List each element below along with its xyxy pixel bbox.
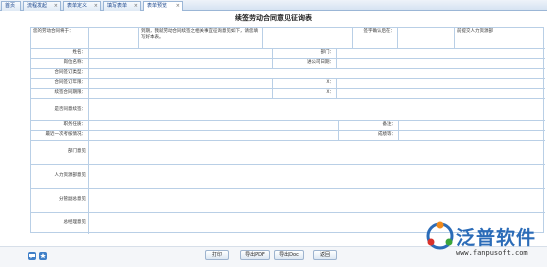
contract-type-label: 合同签订类型： <box>31 69 89 79</box>
name-label: 姓名： <box>31 49 89 59</box>
department-label: 部门： <box>273 49 337 59</box>
dept-opinion-label: 部门意见 <box>31 141 89 165</box>
x-label-1: X： <box>273 79 337 89</box>
duty-input[interactable] <box>89 121 339 131</box>
tab-home[interactable]: 首页 <box>1 1 21 11</box>
contract-type-input[interactable] <box>89 69 545 79</box>
star-icon[interactable] <box>39 252 47 260</box>
note-label: 备注： <box>339 121 399 131</box>
tab-bar: 首页 流程发起 × 表单定义 × 填写表单 × 表单预览 × <box>0 0 547 11</box>
chat-icon[interactable] <box>28 252 36 260</box>
contract-term-input[interactable] <box>89 79 273 89</box>
department-input[interactable] <box>337 49 545 59</box>
agree-input[interactable] <box>89 99 545 121</box>
logo-mark-icon <box>426 221 454 250</box>
dept-opinion-input[interactable] <box>89 141 545 165</box>
back-button[interactable]: 返回 <box>313 250 337 260</box>
signature-label: 签字确认后在： <box>353 28 398 49</box>
position-input[interactable] <box>89 59 273 69</box>
entry-date-input[interactable] <box>337 59 545 69</box>
score-label: 成绩等： <box>339 131 399 141</box>
deadline-input[interactable] <box>398 28 455 49</box>
contract-term-end-input[interactable] <box>337 79 545 89</box>
print-button[interactable]: 打印 <box>205 250 229 260</box>
note-input[interactable] <box>399 121 545 131</box>
entry-date-label: 进公司日期： <box>273 59 337 69</box>
renew-term-input[interactable] <box>89 89 273 99</box>
expiry-date-input[interactable] <box>89 28 139 49</box>
close-icon[interactable]: × <box>54 2 58 11</box>
form-title: 续签劳动合同意见征询表 <box>235 14 312 22</box>
gm-opinion-label: 总经理意见 <box>31 213 89 234</box>
close-icon[interactable]: × <box>176 2 180 11</box>
intro-label: 您的劳动合同将于： <box>31 28 89 49</box>
close-icon[interactable]: × <box>134 2 138 11</box>
hr-opinion-input[interactable] <box>89 165 545 189</box>
logo-url: www.fanpusoft.com <box>456 249 528 257</box>
export-doc-button[interactable]: 导出Doc <box>274 250 304 260</box>
name-input[interactable] <box>89 49 273 59</box>
last-review-input[interactable] <box>89 131 339 141</box>
duty-label: 职务任质： <box>31 121 89 131</box>
export-pdf-button[interactable]: 导出PDF <box>240 250 270 260</box>
agree-label: 是否同意续签： <box>31 99 89 121</box>
renew-term-label: 续签合同期限： <box>31 89 89 99</box>
submit-to-label: 前提交人力资源部 <box>455 28 545 49</box>
close-icon[interactable]: × <box>94 2 98 11</box>
tab-form-definition[interactable]: 表单定义 × <box>63 1 101 11</box>
signature-input[interactable] <box>263 28 353 49</box>
position-label: 岗位名称： <box>31 59 89 69</box>
vp-opinion-input[interactable] <box>89 189 545 213</box>
fanpusoft-logo: 泛普软件 www.fanpusoft.com <box>423 219 543 265</box>
tab-fill-form[interactable]: 填写表单 × <box>103 1 141 11</box>
tab-form-preview[interactable]: 表单预览 × <box>143 1 183 11</box>
contract-term-label: 合同签订年限： <box>31 79 89 89</box>
logo-name: 泛普软件 <box>456 227 537 249</box>
tab-process-start[interactable]: 流程发起 × <box>23 1 61 11</box>
x-label-2: X： <box>273 89 337 99</box>
intro-text: 到期，我就劳动合同续签之相关事宜征询意见如下，请您填写好本表。 <box>139 28 263 49</box>
score-input[interactable] <box>399 131 545 141</box>
vp-opinion-label: 分管副总意见 <box>31 189 89 213</box>
renew-term-end-input[interactable] <box>337 89 545 99</box>
last-review-label: 最近一次考核情况： <box>31 131 89 141</box>
hr-opinion-label: 人力资源部意见 <box>31 165 89 189</box>
form-table: 您的劳动合同将于： 到期，我就劳动合同续签之相关事宜征询意见如下，请您填写好本表… <box>30 27 545 234</box>
